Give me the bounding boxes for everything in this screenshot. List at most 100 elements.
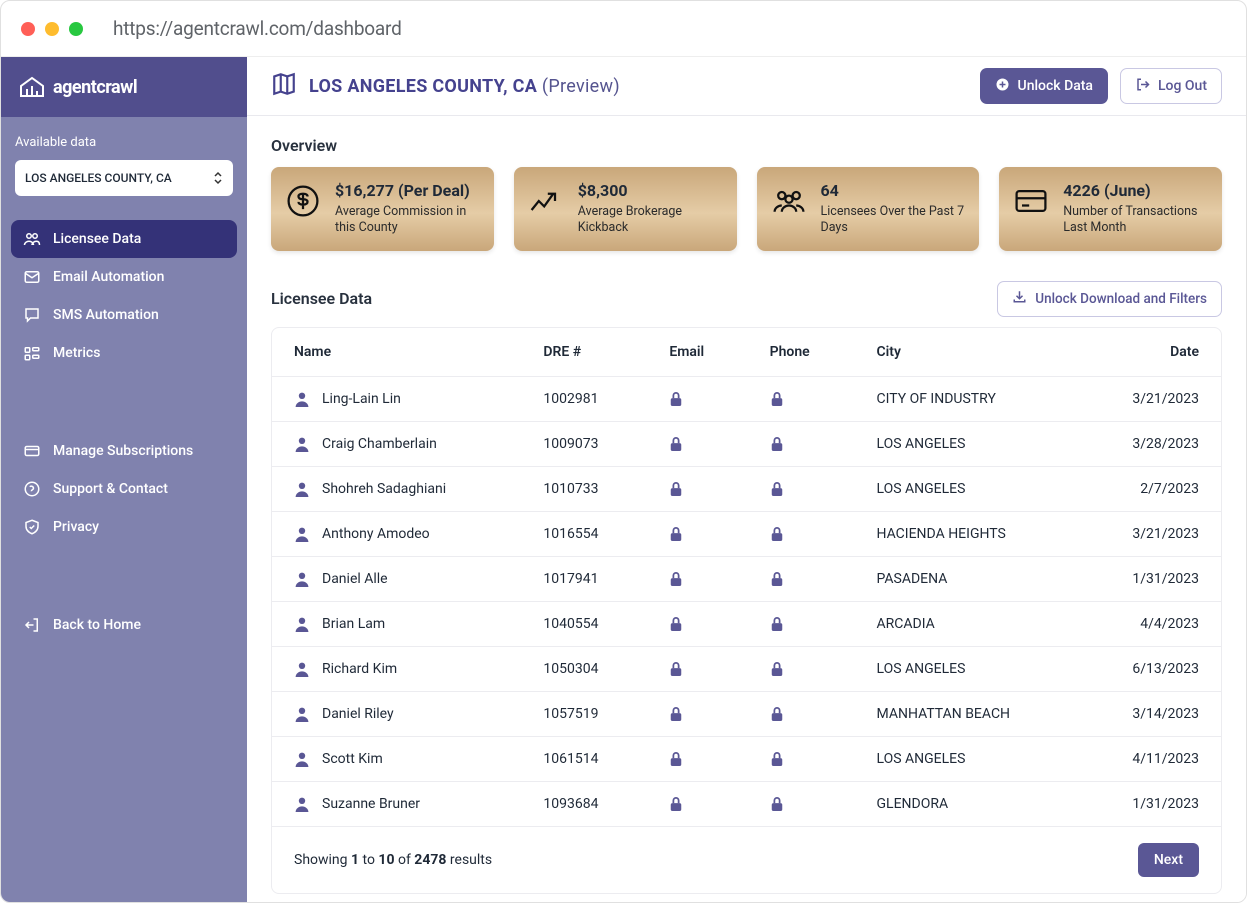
- date: 6/13/2023: [1080, 647, 1221, 692]
- logo[interactable]: agentcrawl: [1, 57, 247, 117]
- table-row[interactable]: Brian Lam1040554ARCADIA4/4/2023: [272, 602, 1221, 647]
- phone-locked[interactable]: [748, 557, 855, 602]
- email-locked[interactable]: [647, 602, 747, 647]
- lock-icon: [770, 481, 833, 497]
- email-locked[interactable]: [647, 376, 747, 422]
- licensee-name: Craig Chamberlain: [322, 436, 437, 452]
- sidebar-item-licensee-data[interactable]: Licensee Data: [11, 220, 237, 258]
- table-row[interactable]: Daniel Alle1017941PASADENA1/31/2023: [272, 557, 1221, 602]
- phone-locked[interactable]: [748, 467, 855, 512]
- phone-locked[interactable]: [748, 782, 855, 827]
- column-header[interactable]: Date: [1080, 328, 1221, 377]
- email-locked[interactable]: [647, 467, 747, 512]
- card-value: 4226 (June): [1063, 181, 1210, 200]
- lock-icon: [669, 796, 725, 812]
- browser-chrome: https://agentcrawl.com/dashboard: [1, 1, 1246, 57]
- card-icon: [23, 442, 41, 460]
- city: LOS ANGELES: [855, 467, 1081, 512]
- table-row[interactable]: Ling-Lain Lin1002981CITY OF INDUSTRY3/21…: [272, 376, 1221, 422]
- people-icon: [769, 181, 809, 221]
- dre-number: 1040554: [521, 602, 647, 647]
- email-locked[interactable]: [647, 422, 747, 467]
- window-close-icon[interactable]: [21, 22, 35, 36]
- phone-locked[interactable]: [748, 422, 855, 467]
- next-page-button[interactable]: Next: [1138, 843, 1199, 877]
- person-icon: [294, 616, 310, 632]
- overview-card: 4226 (June)Number of Transactions Last M…: [999, 167, 1222, 251]
- email-locked[interactable]: [647, 557, 747, 602]
- lock-icon: [669, 751, 725, 767]
- email-locked[interactable]: [647, 782, 747, 827]
- licensee-heading: Licensee Data: [271, 289, 372, 308]
- phone-locked[interactable]: [748, 737, 855, 782]
- column-header[interactable]: DRE #: [521, 328, 647, 377]
- table-row[interactable]: Suzanne Bruner1093684GLENDORA1/31/2023: [272, 782, 1221, 827]
- lock-icon: [669, 526, 725, 542]
- lock-icon: [770, 436, 833, 452]
- table-row[interactable]: Daniel Riley1057519MANHATTAN BEACH3/14/2…: [272, 692, 1221, 737]
- sidebar-item-label: Email Automation: [53, 269, 164, 285]
- window-min-icon[interactable]: [45, 22, 59, 36]
- table-row[interactable]: Shohreh Sadaghiani1010733LOS ANGELES2/7/…: [272, 467, 1221, 512]
- logout-button[interactable]: Log Out: [1120, 68, 1222, 104]
- person-icon: [294, 796, 310, 812]
- shield-icon: [23, 518, 41, 536]
- person-icon: [294, 706, 310, 722]
- table-row[interactable]: Richard Kim1050304LOS ANGELES6/13/2023: [272, 647, 1221, 692]
- column-header[interactable]: Phone: [748, 328, 855, 377]
- sidebar-item-label: Licensee Data: [53, 231, 141, 247]
- pagination-info: Showing 1 to 10 of 2478 results: [294, 852, 492, 868]
- lock-icon: [669, 571, 725, 587]
- unlock-data-button[interactable]: Unlock Data: [980, 68, 1108, 104]
- licensee-name: Daniel Alle: [322, 571, 388, 587]
- region-select[interactable]: LOS ANGELES COUNTY, CA: [15, 160, 233, 196]
- city: ARCADIA: [855, 602, 1081, 647]
- date: 1/31/2023: [1080, 782, 1221, 827]
- sidebar-item-privacy[interactable]: Privacy: [11, 508, 237, 546]
- overview-heading: Overview: [271, 136, 1222, 155]
- licensee-name: Scott Kim: [322, 751, 383, 767]
- preview-badge: (Preview): [542, 76, 620, 97]
- sidebar-item-label: Privacy: [53, 519, 99, 535]
- phone-locked[interactable]: [748, 376, 855, 422]
- email-locked[interactable]: [647, 647, 747, 692]
- phone-locked[interactable]: [748, 692, 855, 737]
- person-icon: [294, 661, 310, 677]
- sidebar-item-back-to-home[interactable]: Back to Home: [11, 606, 237, 644]
- address-bar[interactable]: https://agentcrawl.com/dashboard: [113, 17, 402, 40]
- licensee-name: Daniel Riley: [322, 706, 394, 722]
- email-locked[interactable]: [647, 737, 747, 782]
- sidebar-item-email-automation[interactable]: Email Automation: [11, 258, 237, 296]
- licensee-name: Brian Lam: [322, 616, 385, 632]
- date: 3/21/2023: [1080, 512, 1221, 557]
- column-header[interactable]: Email: [647, 328, 747, 377]
- phone-locked[interactable]: [748, 512, 855, 557]
- table-row[interactable]: Anthony Amodeo1016554HACIENDA HEIGHTS3/2…: [272, 512, 1221, 557]
- dre-number: 1057519: [521, 692, 647, 737]
- dre-number: 1050304: [521, 647, 647, 692]
- column-header[interactable]: City: [855, 328, 1081, 377]
- column-header[interactable]: Name: [272, 328, 521, 377]
- overview-card: $8,300Average Brokerage Kickback: [514, 167, 737, 251]
- phone-locked[interactable]: [748, 602, 855, 647]
- city: LOS ANGELES: [855, 422, 1081, 467]
- date: 3/21/2023: [1080, 376, 1221, 422]
- table-row[interactable]: Craig Chamberlain1009073LOS ANGELES3/28/…: [272, 422, 1221, 467]
- sidebar-item-label: Back to Home: [53, 617, 141, 633]
- main-content: LOS ANGELES COUNTY, CA (Preview) Unlock …: [247, 57, 1246, 902]
- table-row[interactable]: Scott Kim1061514LOS ANGELES4/11/2023: [272, 737, 1221, 782]
- licensee-table: NameDRE #EmailPhoneCityDate Ling-Lain Li…: [271, 327, 1222, 895]
- window-max-icon[interactable]: [69, 22, 83, 36]
- sidebar-item-support-contact[interactable]: Support & Contact: [11, 470, 237, 508]
- lock-icon: [669, 481, 725, 497]
- lock-icon: [770, 571, 833, 587]
- email-locked[interactable]: [647, 512, 747, 557]
- person-icon: [294, 751, 310, 767]
- email-locked[interactable]: [647, 692, 747, 737]
- sidebar-item-manage-subscriptions[interactable]: Manage Subscriptions: [11, 432, 237, 470]
- unlock-download-filters-button[interactable]: Unlock Download and Filters: [997, 281, 1222, 317]
- sidebar-item-metrics[interactable]: Metrics: [11, 334, 237, 372]
- phone-locked[interactable]: [748, 647, 855, 692]
- licensee-name: Richard Kim: [322, 661, 397, 677]
- sidebar-item-sms-automation[interactable]: SMS Automation: [11, 296, 237, 334]
